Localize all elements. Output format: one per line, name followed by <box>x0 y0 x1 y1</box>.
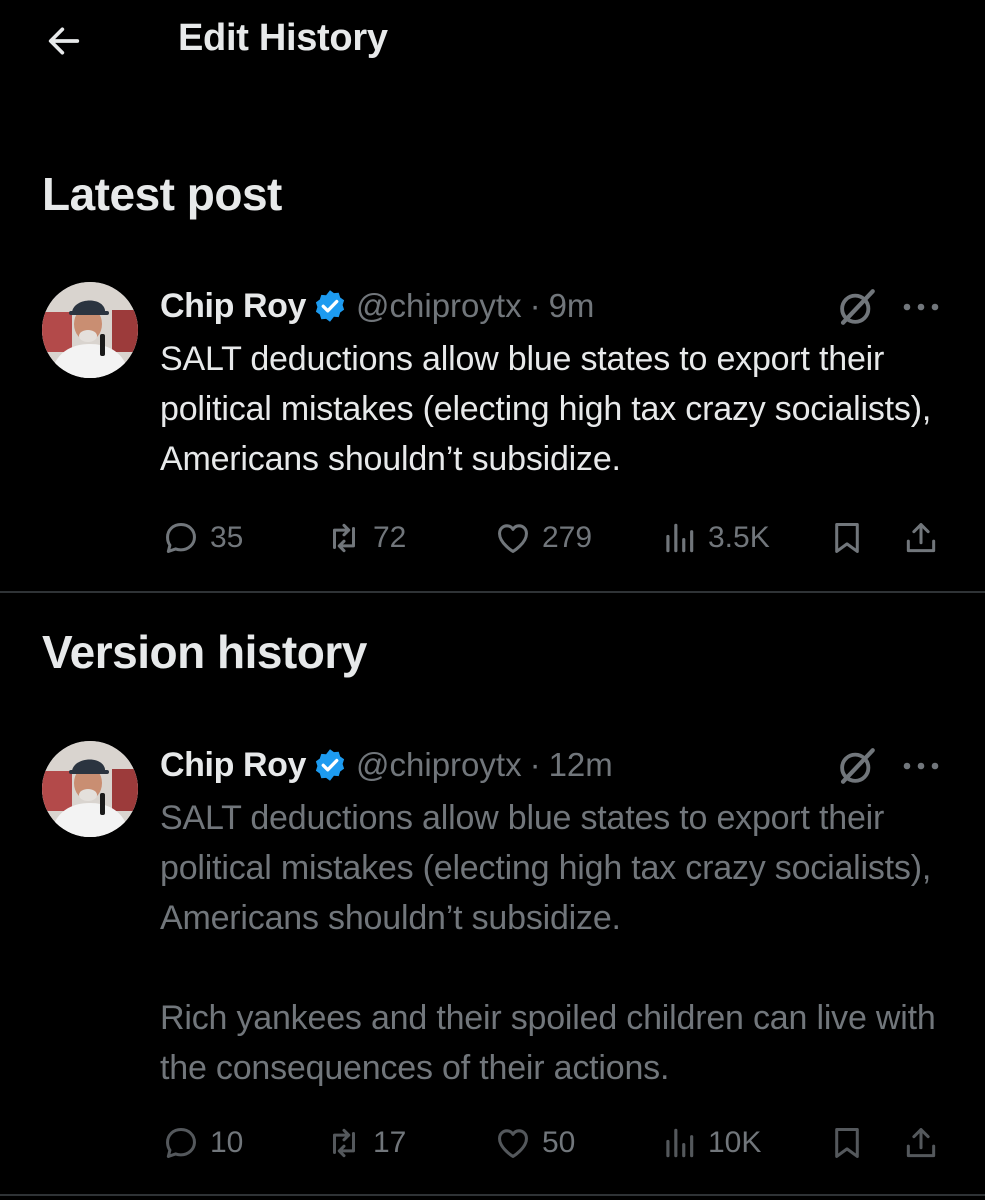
grok-icon[interactable] <box>836 745 878 787</box>
author-handle[interactable]: @chiproytx <box>356 746 522 784</box>
share-icon <box>906 1128 936 1158</box>
verified-badge-icon <box>315 290 345 322</box>
like-count: 279 <box>542 521 593 554</box>
back-button[interactable] <box>40 20 88 62</box>
post-time[interactable]: 9m <box>549 287 595 325</box>
views-button[interactable]: 10K <box>660 1118 761 1168</box>
action-bar: 35 72 279 3.5K <box>0 513 985 563</box>
post-paragraph: Rich yankees and their spoiled children … <box>160 999 936 1087</box>
separator-dot: · <box>529 287 541 324</box>
reply-icon <box>166 1128 196 1158</box>
views-icon <box>666 1128 694 1158</box>
bookmark-button[interactable] <box>828 1118 866 1168</box>
like-count: 50 <box>542 1126 576 1159</box>
reply-count: 35 <box>210 521 244 554</box>
page-title: Edit History <box>178 17 388 59</box>
divider <box>0 591 985 593</box>
separator-dot: · <box>529 746 541 783</box>
post-header: Chip Roy @chiproytx · 12m <box>160 743 613 787</box>
action-bar: 10 17 50 10K <box>0 1118 985 1168</box>
post-paragraph: SALT deductions allow blue states to exp… <box>160 799 932 937</box>
repost-count: 17 <box>373 1126 407 1159</box>
back-arrow-icon <box>48 27 80 55</box>
reply-button[interactable]: 35 <box>162 513 243 563</box>
post-time[interactable]: 12m <box>549 746 613 784</box>
section-title-history: Version history <box>42 626 367 678</box>
post-header: Chip Roy @chiproytx · 9m <box>160 284 594 328</box>
avatar-image <box>42 282 138 378</box>
more-icon[interactable] <box>900 300 942 314</box>
like-button[interactable]: 50 <box>494 1118 575 1168</box>
top-bar: Edit History <box>0 0 985 82</box>
share-button[interactable] <box>902 513 940 563</box>
author-name[interactable]: Chip Roy <box>160 746 306 785</box>
like-icon <box>498 1129 528 1158</box>
like-button[interactable]: 279 <box>494 513 592 563</box>
like-icon <box>498 524 528 553</box>
repost-icon <box>332 1128 356 1158</box>
verified-badge-icon <box>315 749 345 781</box>
views-button[interactable]: 3.5K <box>660 513 770 563</box>
repost-button[interactable]: 72 <box>325 513 406 563</box>
reply-button[interactable]: 10 <box>162 1118 243 1168</box>
view-count: 3.5K <box>708 521 770 554</box>
repost-button[interactable]: 17 <box>325 1118 406 1168</box>
bookmark-icon <box>835 1128 859 1158</box>
author-handle[interactable]: @chiproytx <box>356 287 522 325</box>
reply-count: 10 <box>210 1126 244 1159</box>
post-text: SALT deductions allow blue states to exp… <box>160 334 960 484</box>
section-title-latest: Latest post <box>42 168 282 220</box>
grok-icon[interactable] <box>836 286 878 328</box>
author-name[interactable]: Chip Roy <box>160 287 306 326</box>
bookmark-button[interactable] <box>828 513 866 563</box>
avatar[interactable] <box>42 741 138 837</box>
avatar-image <box>42 741 138 837</box>
reply-icon <box>166 523 196 553</box>
share-button[interactable] <box>902 1118 940 1168</box>
views-icon <box>666 523 694 553</box>
repost-count: 72 <box>373 521 407 554</box>
share-icon <box>906 523 936 553</box>
more-icon[interactable] <box>900 759 942 773</box>
bookmark-icon <box>835 523 859 553</box>
avatar[interactable] <box>42 282 138 378</box>
post-paragraph: SALT deductions allow blue states to exp… <box>160 340 932 478</box>
repost-icon <box>332 523 356 553</box>
view-count: 10K <box>708 1126 762 1159</box>
post-text: SALT deductions allow blue states to exp… <box>160 793 960 1093</box>
divider <box>0 1194 985 1196</box>
